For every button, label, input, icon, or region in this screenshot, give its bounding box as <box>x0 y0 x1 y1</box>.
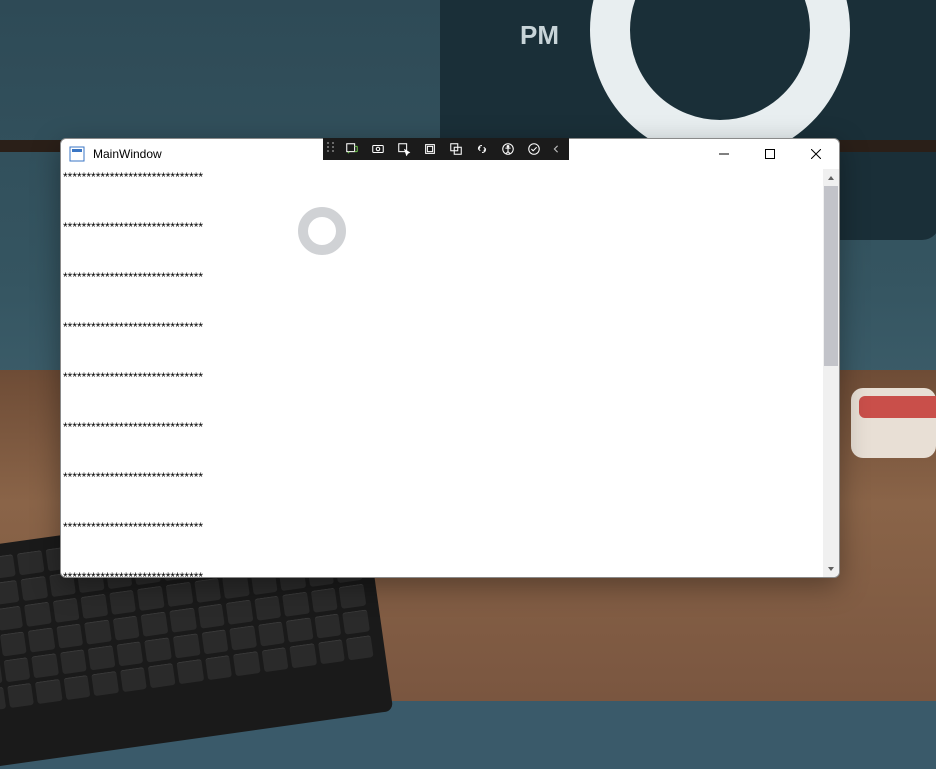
titlebar[interactable]: MainWindow <box>61 139 839 169</box>
live-visual-tree-button[interactable] <box>339 139 365 159</box>
window-controls <box>701 139 839 169</box>
minimize-button[interactable] <box>701 139 747 169</box>
scrollbar-thumb[interactable] <box>824 186 838 366</box>
content-line: ****************************** <box>63 421 203 433</box>
toolbar-grip-icon[interactable] <box>327 142 335 156</box>
content-pane[interactable]: ****************************** *********… <box>61 169 822 577</box>
content-line: ****************************** <box>63 171 203 183</box>
content-line: ****************************** <box>63 221 203 233</box>
content-line: ****************************** <box>63 571 203 577</box>
content-line: ****************************** <box>63 521 203 533</box>
window-title: MainWindow <box>93 147 162 161</box>
desk-gadget <box>851 388 936 458</box>
hot-reload-button[interactable] <box>365 139 391 159</box>
content-line: ****************************** <box>63 271 203 283</box>
client-area: ****************************** *********… <box>61 169 839 577</box>
main-window: MainWindow <box>60 138 840 578</box>
xaml-debug-toolbar[interactable] <box>323 138 569 160</box>
app-icon <box>69 146 85 162</box>
display-layout-adorners-button[interactable] <box>417 139 443 159</box>
close-button[interactable] <box>793 139 839 169</box>
maximize-button[interactable] <box>747 139 793 169</box>
content-line: ****************************** <box>63 471 203 483</box>
vertical-scrollbar[interactable] <box>822 169 839 577</box>
clock-pm-label: PM <box>520 20 559 51</box>
toolbar-collapse-button[interactable] <box>547 145 565 153</box>
accessibility-button[interactable] <box>495 139 521 159</box>
scroll-up-button[interactable] <box>823 169 839 186</box>
scan-button[interactable] <box>521 139 547 159</box>
content-line: ****************************** <box>63 321 203 333</box>
scroll-down-button[interactable] <box>823 560 839 577</box>
select-element-button[interactable] <box>391 139 417 159</box>
track-focus-button[interactable] <box>443 139 469 159</box>
binding-diagnostics-button[interactable] <box>469 139 495 159</box>
content-line: ****************************** <box>63 371 203 383</box>
